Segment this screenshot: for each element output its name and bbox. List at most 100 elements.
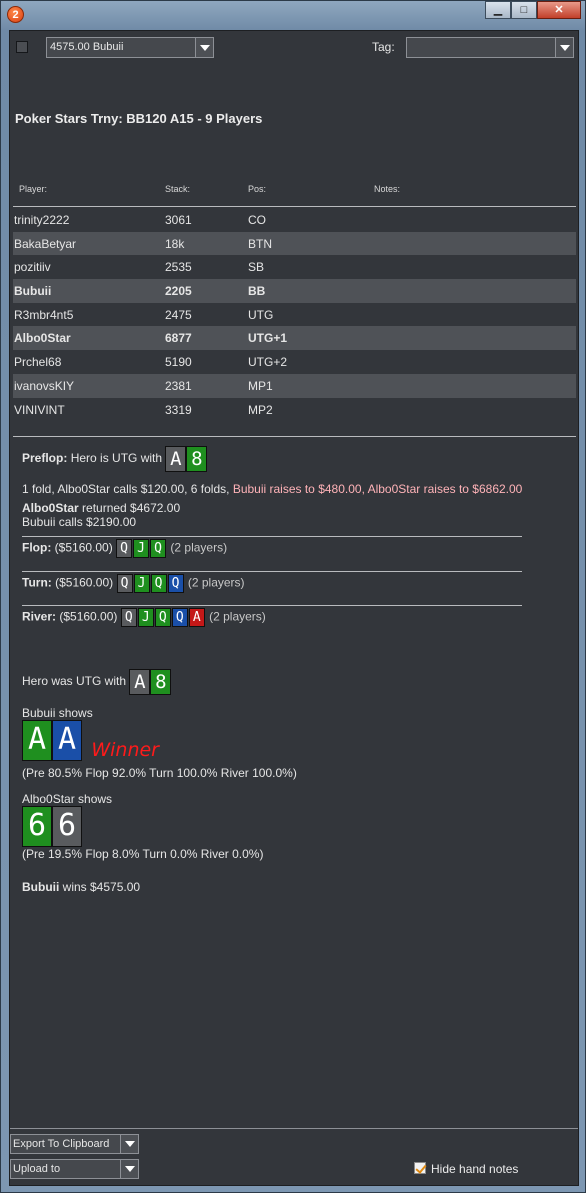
chevron-down-icon[interactable] — [120, 1135, 138, 1153]
table-row[interactable]: BakaBetyar 18k BTN — [13, 231, 576, 256]
footer-divider — [10, 1128, 578, 1129]
river-label: River: — [22, 609, 57, 624]
hero-card: 8 — [150, 669, 172, 695]
maximize-button[interactable]: □ — [511, 1, 537, 19]
player-stack: 18k — [165, 236, 185, 251]
hand-select-dropdown[interactable]: 4575.00 Bubuii — [46, 37, 214, 58]
hero-summary-line: Hero was UTG with A8 — [22, 669, 172, 695]
showdown-card: 6 — [22, 806, 52, 847]
player-stack: 6877 — [165, 331, 192, 346]
preflop-actions: 1 fold, Albo0Star calls $120.00, 6 folds… — [22, 482, 522, 496]
returned-player: Albo0Star — [22, 501, 79, 515]
hand-title: Poker Stars Trny: BB120 A15 - 9 Players — [15, 111, 263, 126]
calls-line: Bubuii calls $2190.00 — [22, 515, 137, 529]
turn-pot: ($5160.00) — [55, 575, 114, 590]
chevron-down-icon[interactable] — [555, 38, 573, 57]
raise-action: Bubuii raises to $480.00, — [232, 482, 365, 496]
preflop-line: Preflop: Hero is UTG with A8 — [22, 446, 208, 472]
returned-amount: returned $4672.00 — [82, 501, 181, 515]
header-notes: Notes: — [374, 184, 401, 194]
table-row[interactable]: trinity2222 3061 CO — [13, 208, 576, 232]
player-pos: UTG+2 — [248, 355, 288, 370]
board-card: Q — [167, 574, 184, 593]
app-window: 2 ▁ □ ✕ 4575.00 Bubuii Tag: Poker Stars … — [0, 0, 586, 1193]
player-stack: 2205 — [165, 284, 192, 299]
header-player: Player: — [19, 184, 48, 194]
player-stack: 3061 — [165, 213, 192, 227]
close-button[interactable]: ✕ — [537, 1, 581, 19]
hero-card: A — [129, 669, 151, 695]
board-card: Q — [150, 574, 167, 593]
table-row[interactable]: pozitiiv 2535 SB — [13, 255, 576, 279]
showdown1-label: Bubuii shows — [22, 706, 93, 720]
hide-notes-label[interactable]: Hide hand notes — [431, 1162, 518, 1176]
turn-label: Turn: — [22, 575, 52, 590]
table-row[interactable]: R3mbr4nt5 2475 UTG — [13, 303, 576, 327]
title-bar[interactable]: 2 ▁ □ ✕ — [1, 1, 586, 27]
showdown2-label: Albo0Star shows — [22, 792, 113, 806]
table-divider — [13, 436, 576, 437]
board-card: J — [133, 539, 150, 558]
result-amount: wins $4575.00 — [62, 880, 141, 894]
player-name: ivanovsKIY — [14, 378, 75, 393]
board-card: J — [133, 574, 150, 593]
players-table: trinity2222 3061 CO BakaBetyar 18k BTN pozit… — [13, 208, 576, 421]
flop-players: (2 players) — [170, 540, 228, 555]
player-stack: 5190 — [165, 355, 192, 370]
minimize-button[interactable]: ▁ — [485, 1, 511, 19]
river-players: (2 players) — [209, 609, 266, 624]
table-row[interactable]: Prchel68 5190 UTG+2 — [13, 350, 576, 374]
street-divider — [22, 605, 522, 606]
player-stack: 2475 — [165, 307, 192, 322]
upload-to-button[interactable]: Upload to — [10, 1159, 139, 1179]
flop-pot: ($5160.00) — [54, 540, 113, 555]
board-card: A — [188, 608, 205, 627]
showdown1-cards: AA Winner — [22, 720, 159, 761]
board-card: Q — [171, 608, 188, 627]
street-divider — [22, 571, 522, 572]
preflop-label: Preflop: — [22, 451, 68, 466]
hide-notes-checkbox[interactable] — [414, 1162, 426, 1174]
player-pos: UTG — [248, 307, 274, 322]
player-pos: BB — [248, 284, 266, 299]
board-card: Q — [116, 574, 133, 593]
player-name: VINIVINT — [14, 402, 65, 417]
tag-dropdown[interactable] — [406, 37, 574, 58]
table-row[interactable]: VINIVINT 3319 MP2 — [13, 398, 576, 422]
hero-card: 8 — [186, 446, 208, 472]
river-pot: ($5160.00) — [59, 609, 118, 624]
equity2: (Pre 19.5% Flop 8.0% Turn 0.0% River 0.0… — [22, 847, 264, 861]
window-controls: ▁ □ ✕ — [485, 1, 581, 19]
header-stack: Stack: — [165, 184, 191, 194]
board-card: Q — [116, 539, 133, 558]
player-pos: MP2 — [248, 402, 273, 417]
export-label: Export To Clipboard — [13, 1138, 110, 1150]
chevron-down-icon[interactable] — [120, 1160, 138, 1178]
table-row[interactable]: ivanovsKIY 2381 MP1 — [13, 373, 576, 398]
equity1: (Pre 80.5% Flop 92.0% Turn 100.0% River … — [22, 766, 297, 780]
player-stack: 2381 — [165, 378, 192, 393]
player-name: R3mbr4nt5 — [14, 307, 74, 322]
showdown-card: 6 — [52, 806, 82, 847]
turn-line: Turn: ($5160.00) QJQQ (2 players) — [22, 574, 245, 593]
street-divider — [22, 536, 522, 537]
board-card: Q — [150, 539, 167, 558]
result-line: Bubuii wins $4575.00 — [22, 880, 140, 894]
showdown-card: A — [52, 720, 82, 761]
chevron-down-icon[interactable] — [195, 38, 213, 57]
export-clipboard-button[interactable]: Export To Clipboard — [10, 1134, 139, 1154]
hero-card: A — [165, 446, 187, 472]
select-checkbox[interactable] — [16, 41, 28, 53]
player-pos: MP1 — [248, 378, 273, 393]
player-pos: SB — [248, 260, 265, 275]
preflop-intro: Hero is UTG with — [70, 451, 163, 466]
showdown2-cards: 66 — [22, 806, 82, 847]
table-row[interactable]: Albo0Star 6877 UTG+1 — [13, 326, 576, 351]
river-line: River: ($5160.00) QJQQA (2 players) — [22, 608, 266, 627]
player-stack: 2535 — [165, 260, 192, 275]
player-name: Prchel68 — [14, 355, 62, 370]
header-divider — [13, 206, 576, 207]
player-name: BakaBetyar — [14, 236, 77, 251]
raise-action: Albo0Star raises to $6862.00 — [367, 482, 523, 496]
table-row[interactable]: Bubuii 2205 BB — [13, 279, 576, 303]
